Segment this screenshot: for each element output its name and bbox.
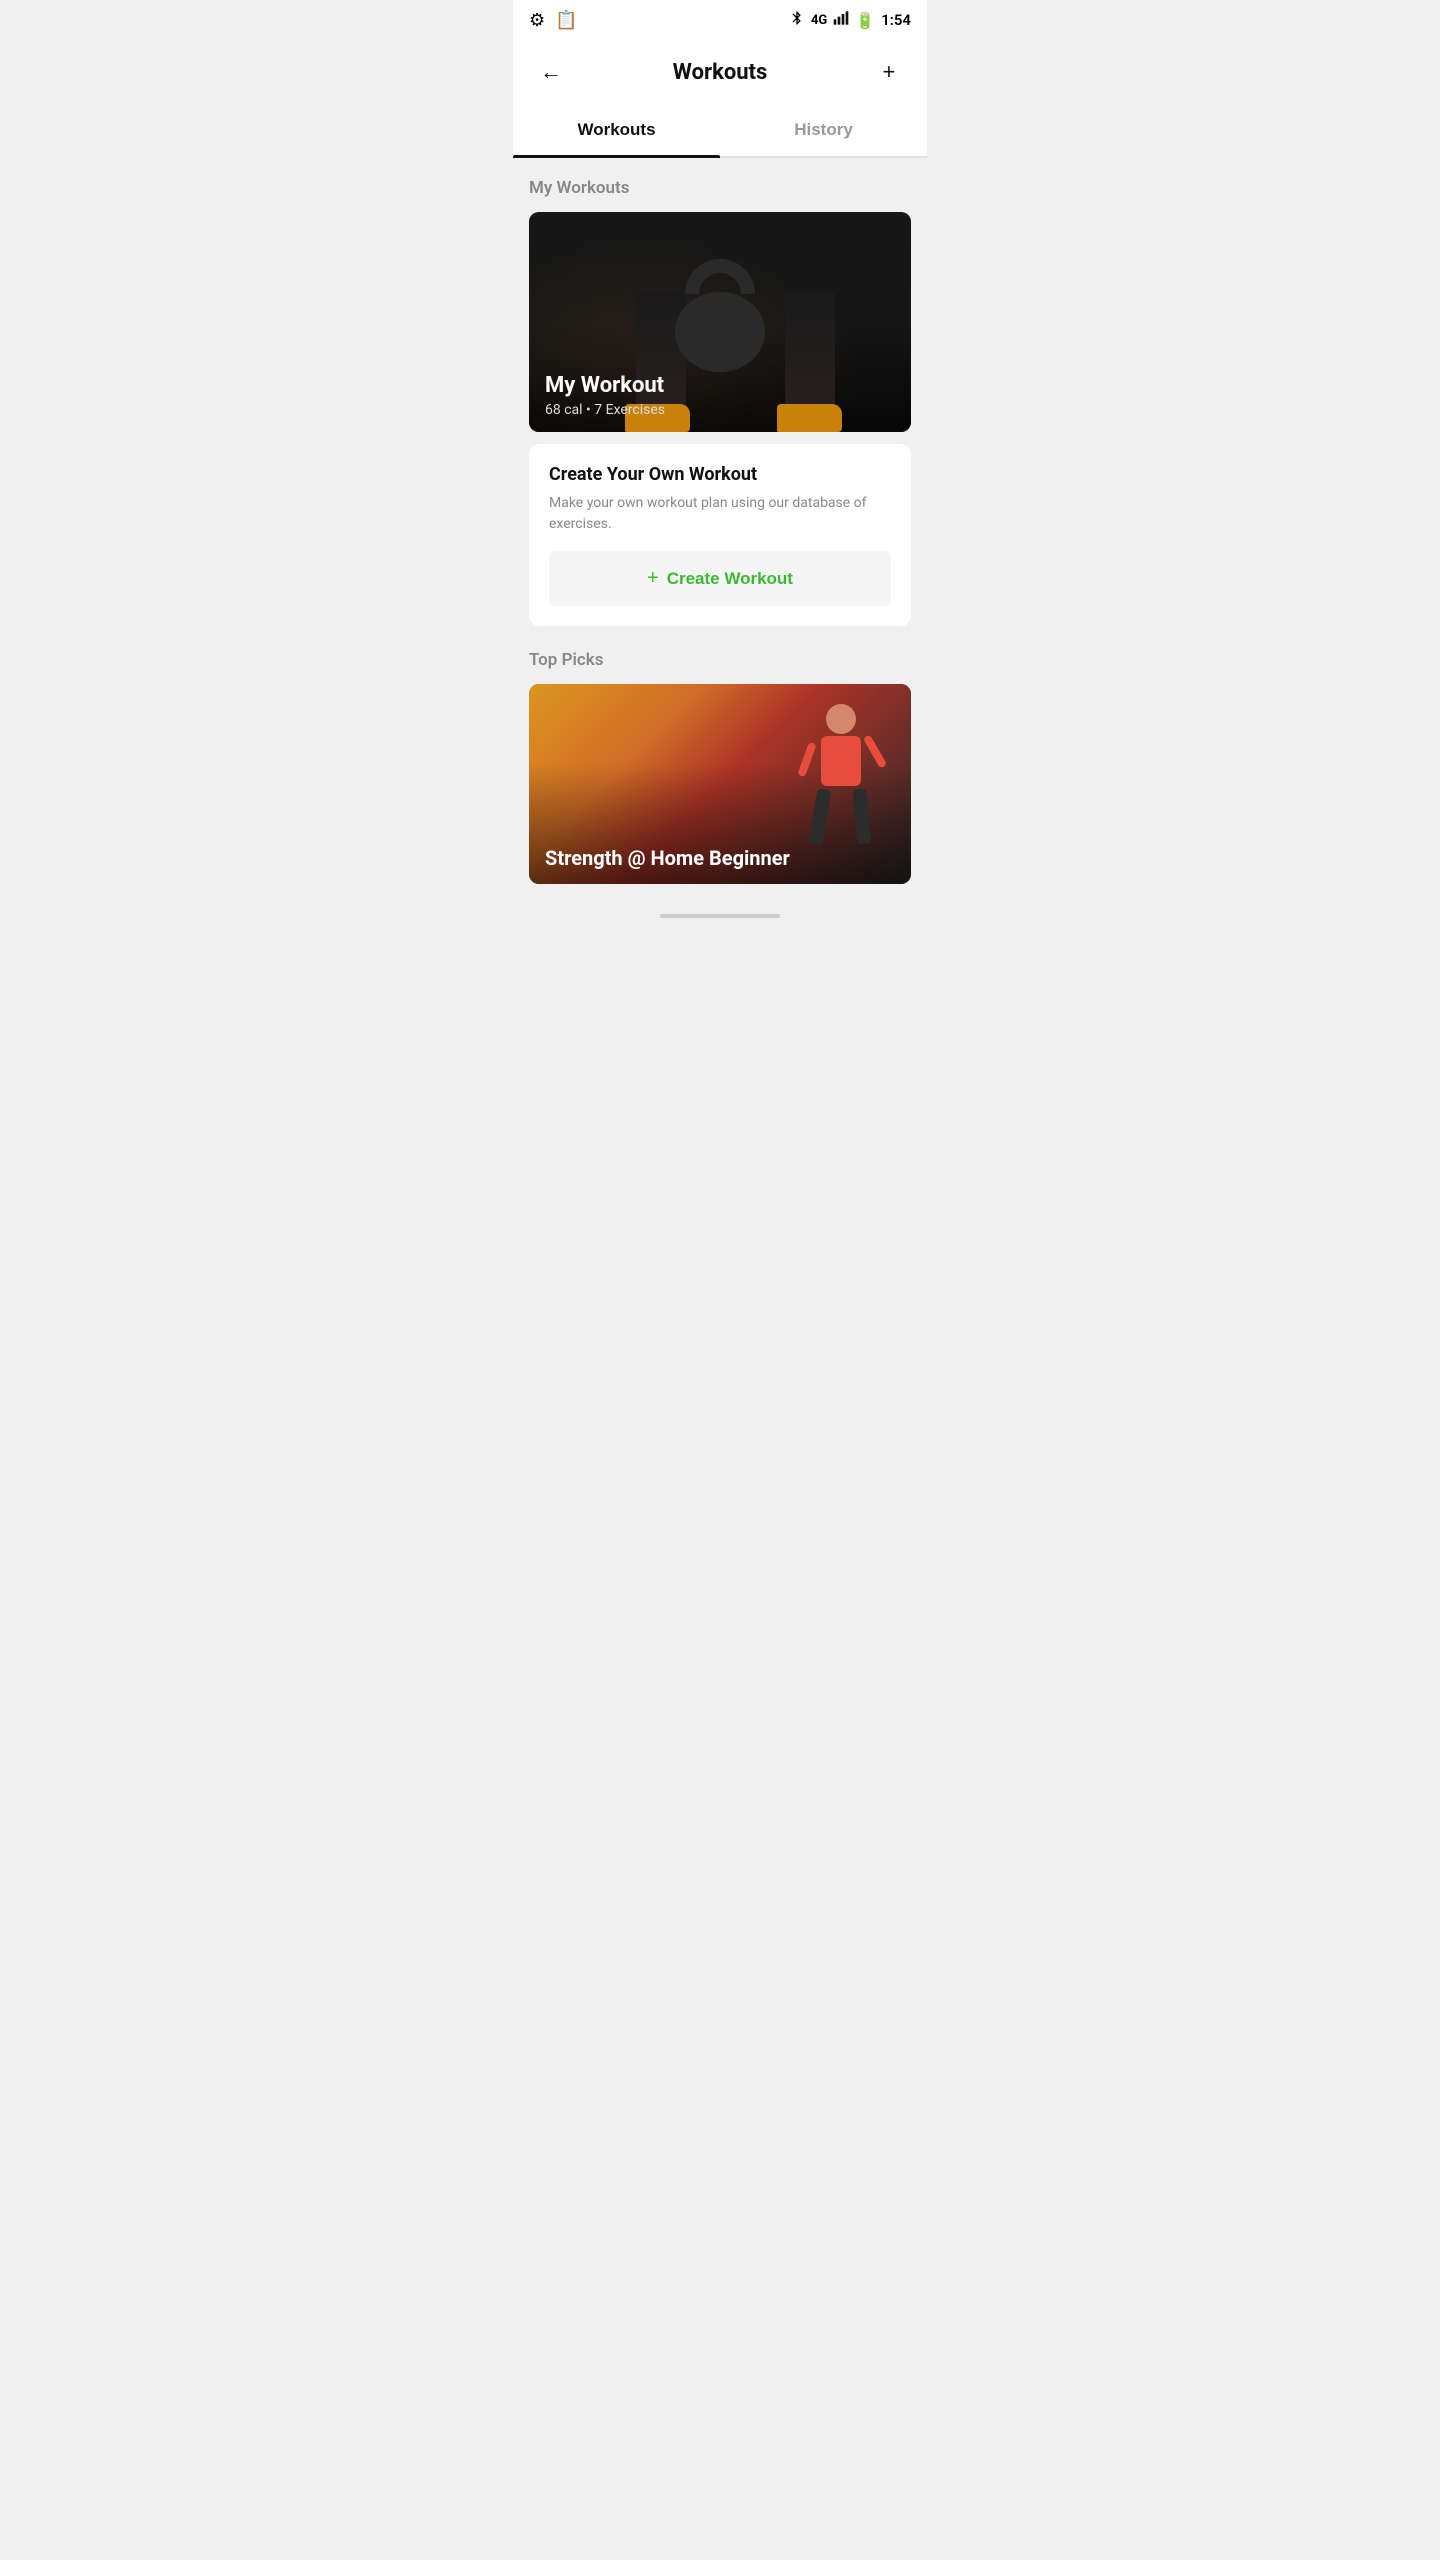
clipboard-icon: 📋: [555, 10, 577, 31]
top-picks-label: Top Picks: [529, 650, 911, 670]
back-button[interactable]: ←: [533, 54, 569, 90]
main-content: My Workouts My Workout 68 cal • 7 Exerci…: [513, 158, 927, 904]
signal-bars-icon: [833, 10, 849, 30]
tabs-bar: Workouts History: [513, 104, 927, 158]
status-time: 1:54: [881, 11, 911, 29]
workout-meta: 68 cal • 7 Exercises: [545, 402, 665, 418]
home-indicator-bar: [660, 914, 780, 918]
create-workout-label: Create Workout: [667, 569, 793, 589]
battery-icon: 🔋: [855, 11, 875, 30]
kettlebell-body: [675, 292, 765, 372]
status-right-icons: 4G 🔋 1:54: [789, 10, 911, 30]
kettlebell-handle: [685, 259, 755, 294]
page-title: Workouts: [673, 60, 768, 85]
bluetooth-icon: [789, 10, 805, 30]
status-bar: ⚙ 📋 4G 🔋 1:54: [513, 0, 927, 40]
top-app-bar: ← Workouts +: [513, 40, 927, 104]
person-body: [821, 736, 861, 786]
tab-history[interactable]: History: [720, 104, 927, 156]
top-picks-card[interactable]: Strength @ Home Beginner: [529, 684, 911, 884]
my-workouts-label: My Workouts: [529, 178, 911, 198]
workout-dot: •: [586, 402, 591, 418]
create-workout-button[interactable]: + Create Workout: [549, 551, 891, 606]
create-card-title: Create Your Own Workout: [549, 464, 891, 485]
workout-name: My Workout: [545, 373, 665, 398]
create-card-description: Make your own workout plan using our dat…: [549, 493, 891, 535]
person-arm-left: [797, 742, 816, 778]
my-workout-card[interactable]: My Workout 68 cal • 7 Exercises: [529, 212, 911, 432]
person-leg-right: [853, 788, 872, 844]
signal-label: 4G: [811, 13, 827, 28]
add-button[interactable]: +: [871, 54, 907, 90]
person-head: [826, 704, 856, 734]
settings-icon: ⚙: [529, 10, 545, 31]
top-picks-card-name: Strength @ Home Beginner: [545, 846, 790, 870]
person-arm-right: [863, 734, 887, 768]
create-workout-card: Create Your Own Workout Make your own wo…: [529, 444, 911, 626]
person-leg-left: [808, 788, 831, 845]
status-left-icons: ⚙ 📋: [529, 10, 578, 31]
treadmill-person-illustration: [801, 704, 881, 844]
workout-exercises: 7 Exercises: [594, 402, 665, 418]
bottom-indicator: [513, 904, 927, 928]
create-plus-icon: +: [647, 567, 659, 590]
workout-calories: 68 cal: [545, 402, 583, 418]
workout-card-info: My Workout 68 cal • 7 Exercises: [545, 373, 665, 418]
kettlebell-illustration: [675, 259, 765, 372]
tab-workouts[interactable]: Workouts: [513, 104, 720, 156]
shoe-right: [777, 404, 842, 432]
